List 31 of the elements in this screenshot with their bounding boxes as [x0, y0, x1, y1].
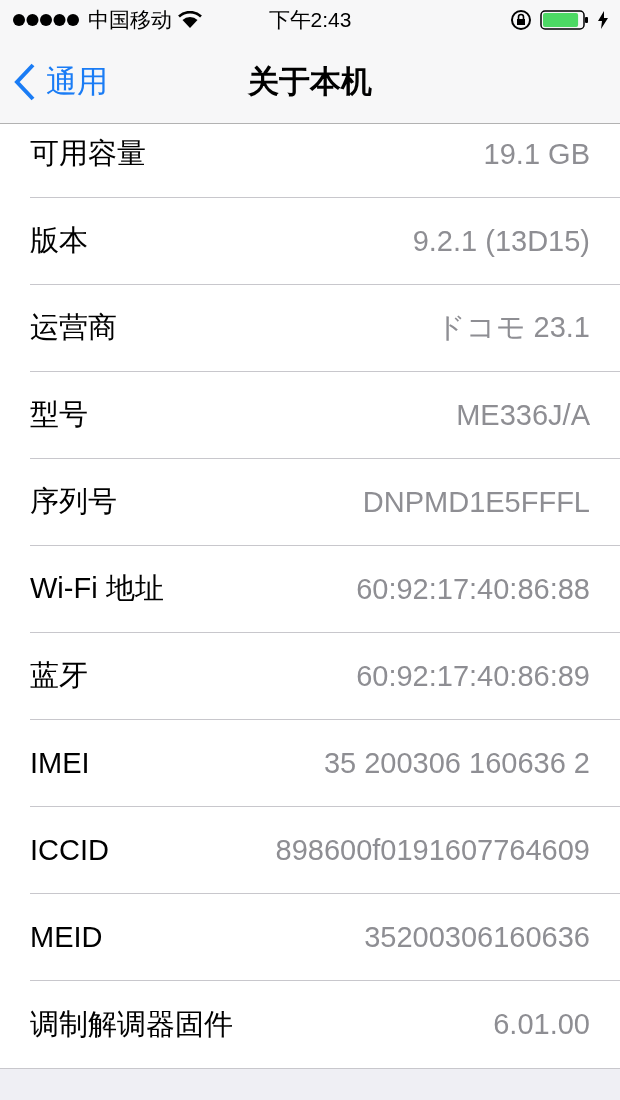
chevron-left-icon: [14, 62, 36, 101]
row-value: 19.1 GB: [483, 137, 590, 171]
wifi-icon: [178, 11, 202, 29]
row-label: 运营商: [30, 310, 117, 345]
row-value: 6.01.00: [493, 1008, 590, 1041]
row-value: 60:92:17:40:86:89: [356, 659, 590, 693]
signal-icon: [12, 13, 82, 27]
row-label: 调制解调器固件: [30, 1006, 233, 1042]
row-value: 898600f0191607764609: [275, 833, 590, 867]
row-label: 序列号: [30, 484, 117, 519]
row-value: 35 200306 160636 2: [323, 746, 590, 780]
carrier-name: 中国移动: [88, 7, 172, 33]
battery-icon: [540, 9, 590, 31]
row-label: 版本: [30, 223, 88, 258]
row-label: 型号: [30, 397, 88, 432]
row-label: 蓝牙: [30, 658, 88, 693]
row-value: ME336J/A: [456, 398, 590, 432]
rotation-lock-icon: [510, 9, 532, 31]
row-label: MEID: [30, 920, 103, 954]
row-label: Wi-Fi 地址: [30, 571, 164, 606]
row-label: ICCID: [30, 833, 109, 867]
row-value: 35200306160636: [364, 920, 590, 954]
row-value: 9.2.1 (13D15): [412, 224, 590, 258]
page-title: 关于本机: [248, 62, 372, 101]
back-button[interactable]: 通用: [14, 60, 108, 103]
row-value: 60:92:17:40:86:88: [356, 572, 590, 606]
row-label: IMEI: [30, 746, 90, 780]
row-label: 可用容量: [30, 136, 146, 171]
row-value: ドコモ 23.1: [435, 310, 590, 345]
clock-time: 下午2:43: [268, 7, 352, 33]
row-value: DNPMD1E5FFFL: [362, 485, 590, 519]
